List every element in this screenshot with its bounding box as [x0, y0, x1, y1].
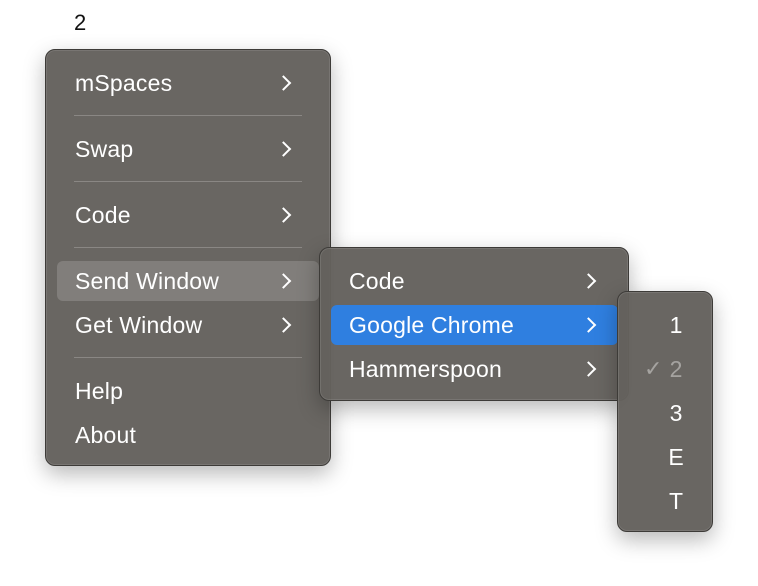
menu-item-label: Code: [75, 201, 131, 228]
menu-item-get-window[interactable]: Get Window: [57, 305, 319, 345]
submenu-item-code[interactable]: Code: [331, 261, 618, 301]
separator: [74, 115, 302, 116]
menu-item-code[interactable]: Code: [57, 195, 319, 235]
submenu-item-hammerspoon[interactable]: Hammerspoon: [331, 349, 618, 389]
menu-item-help[interactable]: Help: [57, 371, 319, 411]
space-item-2: ✓ 2: [624, 349, 708, 389]
menu-item-label: mSpaces: [75, 69, 173, 96]
menu-item-send-window[interactable]: Send Window: [57, 261, 319, 301]
menu-item-swap[interactable]: Swap: [57, 129, 319, 169]
space-item-1[interactable]: 1: [624, 305, 708, 345]
submenu-item-label: Hammerspoon: [349, 355, 503, 382]
submenu-item-label: Code: [349, 267, 405, 294]
menu-item-label: About: [75, 421, 137, 448]
checkmark-icon: ✓: [644, 356, 663, 381]
chevron-right-icon: [275, 75, 292, 91]
menu-item-label: Send Window: [75, 267, 220, 294]
chevron-right-icon: [275, 207, 292, 223]
menu-item-label: Swap: [75, 135, 134, 162]
space-item-label: 1: [669, 311, 683, 338]
space-item-3[interactable]: 3: [624, 393, 708, 433]
chevron-right-icon: [275, 273, 292, 289]
submenu-item-label: Google Chrome: [349, 311, 514, 338]
space-item-e[interactable]: E: [624, 437, 708, 477]
chevron-right-icon: [580, 273, 597, 289]
menu-item-label: Help: [75, 377, 124, 404]
menu-item-about[interactable]: About: [57, 415, 319, 455]
menu-item-mspaces[interactable]: mSpaces: [57, 63, 319, 103]
menubar-title[interactable]: 2: [74, 10, 86, 36]
submenu-item-google-chrome[interactable]: Google Chrome: [331, 305, 618, 345]
separator: [74, 181, 302, 182]
space-submenu: 1 ✓ 2 3 E T: [617, 291, 713, 532]
space-item-label: E: [668, 443, 684, 470]
space-item-t[interactable]: T: [624, 481, 708, 521]
main-menu: mSpaces Swap Code Send Window Get Window…: [45, 49, 331, 466]
chevron-right-icon: [580, 317, 597, 333]
space-item-label: T: [668, 487, 684, 514]
separator: [74, 357, 302, 358]
chevron-right-icon: [275, 317, 292, 333]
chevron-right-icon: [580, 361, 597, 377]
send-window-submenu: Code Google Chrome Hammerspoon: [319, 247, 629, 401]
space-item-label: 3: [669, 399, 683, 426]
chevron-right-icon: [275, 141, 292, 157]
menu-item-label: Get Window: [75, 311, 203, 338]
space-item-label: 2: [669, 355, 683, 382]
separator: [74, 247, 302, 248]
